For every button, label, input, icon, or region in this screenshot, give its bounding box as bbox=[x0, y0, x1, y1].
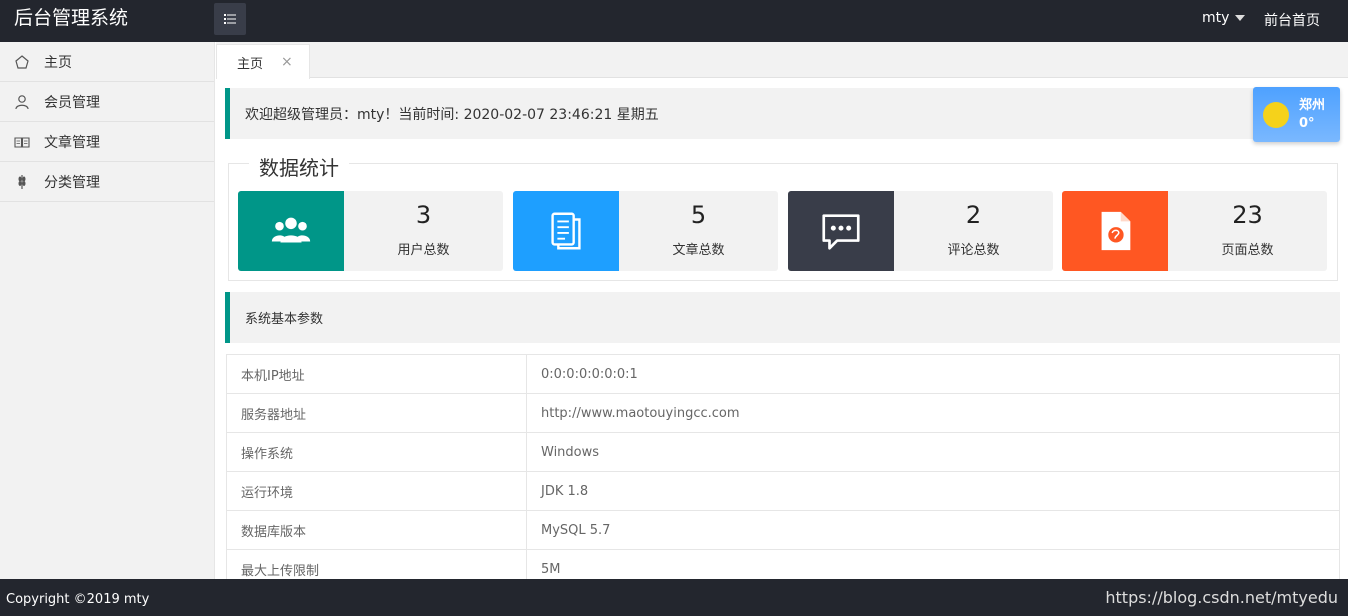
stats-title: 数据统计 bbox=[249, 152, 349, 181]
table-key: 数据库版本 bbox=[226, 510, 527, 550]
caret-down-icon bbox=[1235, 15, 1246, 21]
table-row: 服务器地址 http://www.maotouyingcc.com bbox=[226, 393, 1340, 433]
table-key: 运行环境 bbox=[226, 471, 527, 511]
stat-icon-box bbox=[238, 191, 344, 271]
footer: Copyright ©2019 mty https://blog.csdn.ne… bbox=[0, 579, 1348, 616]
welcome-text: 欢迎超级管理员：mty！当前时间: 2020-02-07 23:46:21 星期… bbox=[245, 106, 659, 123]
table-value: 0:0:0:0:0:0:0:1 bbox=[526, 354, 1340, 394]
tab-label: 主页 bbox=[237, 56, 264, 72]
stat-label: 用户总数 bbox=[397, 243, 450, 258]
top-header: 后台管理系统 mty 前台首页 bbox=[0, 0, 1348, 42]
table-value: JDK 1.8 bbox=[526, 471, 1340, 511]
user-name: mty bbox=[1202, 10, 1230, 26]
watermark-text: https://blog.csdn.net/mtyedu bbox=[1105, 588, 1338, 607]
sidebar-item-label: 分类管理 bbox=[44, 174, 100, 191]
table-value: MySQL 5.7 bbox=[526, 510, 1340, 550]
stat-card-articles[interactable]: 5 文章总数 bbox=[513, 191, 778, 271]
front-home-link[interactable]: 前台首页 bbox=[1264, 10, 1320, 30]
weather-city: 郑州 bbox=[1299, 97, 1326, 113]
stat-value: 5 bbox=[690, 201, 707, 229]
copyright-text: Copyright ©2019 mty bbox=[6, 592, 150, 607]
sun-icon bbox=[1263, 101, 1289, 128]
table-value: Windows bbox=[526, 432, 1340, 472]
wheat-icon bbox=[18, 174, 26, 189]
table-row: 数据库版本 MySQL 5.7 bbox=[226, 510, 1340, 550]
menu-toggle-button[interactable] bbox=[214, 3, 246, 35]
stat-card-comments[interactable]: 2 评论总数 bbox=[788, 191, 1053, 271]
table-row: 本机IP地址 0:0:0:0:0:0:0:1 bbox=[226, 354, 1340, 394]
page-icon bbox=[1101, 211, 1131, 251]
sidebar: 主页 会员管理 文章管理 分类管理 bbox=[0, 42, 215, 579]
list-icon bbox=[224, 14, 236, 24]
stat-value: 23 bbox=[1232, 201, 1263, 229]
weather-temp: 0° bbox=[1299, 115, 1315, 131]
sidebar-item-articles[interactable]: 文章管理 bbox=[0, 122, 214, 162]
sidebar-item-label: 主页 bbox=[44, 54, 72, 71]
stat-icon-box bbox=[1062, 191, 1168, 271]
table-value: http://www.maotouyingcc.com bbox=[526, 393, 1340, 433]
stat-label: 文章总数 bbox=[672, 243, 725, 258]
home-icon bbox=[15, 54, 29, 69]
stat-icon-box bbox=[788, 191, 894, 271]
user-icon bbox=[15, 94, 29, 109]
system-table: 本机IP地址 0:0:0:0:0:0:0:1 服务器地址 http://www.… bbox=[226, 354, 1340, 589]
sidebar-item-label: 会员管理 bbox=[44, 94, 100, 111]
sidebar-item-label: 文章管理 bbox=[44, 134, 100, 151]
stat-value: 2 bbox=[965, 201, 982, 229]
close-icon[interactable]: × bbox=[281, 54, 293, 70]
stat-icon-box bbox=[513, 191, 619, 271]
sidebar-item-members[interactable]: 会员管理 bbox=[0, 82, 214, 122]
stat-card-pages[interactable]: 23 页面总数 bbox=[1062, 191, 1327, 271]
stat-value: 3 bbox=[415, 201, 432, 229]
stat-label: 评论总数 bbox=[947, 243, 1000, 258]
table-key: 操作系统 bbox=[226, 432, 527, 472]
book-icon bbox=[14, 136, 30, 148]
table-key: 本机IP地址 bbox=[226, 354, 527, 394]
stats-panel: 数据统计 3 用户总数 5 文章总数 2 评论总数 23 页面总数 bbox=[228, 152, 1338, 281]
app-logo: 后台管理系统 bbox=[14, 7, 129, 29]
weather-widget[interactable]: 郑州 0° bbox=[1253, 87, 1340, 142]
tab-bar: 主页 × bbox=[216, 42, 1348, 79]
sidebar-item-home[interactable]: 主页 bbox=[0, 42, 214, 82]
table-row: 运行环境 JDK 1.8 bbox=[226, 471, 1340, 511]
sidebar-item-categories[interactable]: 分类管理 bbox=[0, 162, 214, 202]
welcome-banner: 欢迎超级管理员：mty！当前时间: 2020-02-07 23:46:21 星期… bbox=[225, 88, 1340, 139]
stat-label: 页面总数 bbox=[1221, 243, 1274, 258]
table-row: 操作系统 Windows bbox=[226, 432, 1340, 472]
table-key: 服务器地址 bbox=[226, 393, 527, 433]
tab-home[interactable]: 主页 × bbox=[216, 44, 310, 79]
comment-icon bbox=[822, 214, 860, 250]
document-icon bbox=[551, 212, 581, 250]
system-title: 系统基本参数 bbox=[225, 292, 1340, 343]
system-title-text: 系统基本参数 bbox=[245, 312, 324, 327]
stat-card-users[interactable]: 3 用户总数 bbox=[238, 191, 503, 271]
users-icon bbox=[271, 217, 311, 243]
user-menu[interactable]: mty bbox=[1202, 10, 1246, 26]
